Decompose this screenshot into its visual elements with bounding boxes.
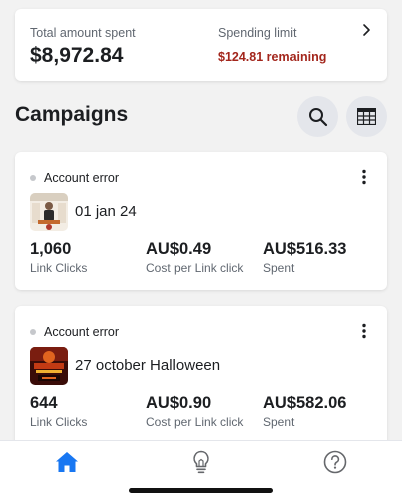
metric-label: Cost per Link click (146, 261, 244, 275)
more-options-icon[interactable] (361, 169, 367, 185)
campaign-status: Account error (30, 325, 119, 339)
metric-value: AU$0.49 (146, 240, 212, 258)
metric-cost-per-click: AU$0.90 Cost per Link click (146, 394, 243, 429)
spending-limit-value: $124.81 remaining (218, 50, 327, 64)
nav-help-button[interactable] (322, 449, 348, 475)
spending-limit-label: Spending limit (218, 26, 297, 40)
bottom-navigation (0, 440, 402, 500)
campaign-status-label: Account error (44, 325, 120, 339)
nav-tips-button[interactable] (188, 449, 214, 475)
metric-link-clicks: 1,060 Link Clicks (30, 240, 87, 275)
total-spent-label: Total amount spent (30, 26, 136, 40)
status-dot-icon (30, 175, 36, 181)
metric-label: Spent (263, 415, 295, 429)
metric-label: Link Clicks (30, 415, 88, 429)
metric-value: AU$516.33 (263, 240, 347, 258)
campaign-name: 01 jan 24 (75, 203, 137, 220)
campaign-name: 27 october Halloween (75, 357, 221, 374)
lightbulb-icon (193, 450, 209, 474)
nav-home-button[interactable] (54, 449, 80, 475)
campaigns-title: Campaigns (15, 103, 129, 126)
chevron-right-icon[interactable] (361, 23, 371, 37)
status-dot-icon (30, 329, 36, 335)
table-view-button[interactable] (346, 96, 387, 137)
table-icon (357, 108, 376, 125)
campaign-thumbnail (30, 347, 68, 385)
more-options-icon[interactable] (361, 323, 367, 339)
campaign-thumbnail (30, 193, 68, 231)
home-icon (56, 452, 78, 472)
campaign-status: Account error (30, 171, 119, 185)
metric-label: Link Clicks (30, 261, 88, 275)
campaign-card[interactable]: Account error 27 october Halloween 644 L… (15, 306, 387, 456)
metric-label: Cost per Link click (146, 415, 244, 429)
metric-link-clicks: 644 Link Clicks (30, 394, 87, 429)
metric-spent: AU$516.33 Spent (263, 240, 346, 275)
search-icon (308, 107, 327, 126)
search-button[interactable] (297, 96, 338, 137)
metric-value: 644 (30, 394, 58, 412)
metric-value: AU$582.06 (263, 394, 347, 412)
metric-label: Spent (263, 261, 295, 275)
spending-summary-card[interactable]: Total amount spent $8,972.84 Spending li… (15, 9, 387, 81)
metric-cost-per-click: AU$0.49 Cost per Link click (146, 240, 243, 275)
metric-value: 1,060 (30, 240, 72, 258)
metric-value: AU$0.90 (146, 394, 212, 412)
help-icon (323, 450, 347, 474)
metric-spent: AU$582.06 Spent (263, 394, 346, 429)
total-spent-value: $8,972.84 (30, 44, 124, 67)
campaign-status-label: Account error (44, 171, 120, 185)
home-indicator (129, 488, 273, 493)
campaign-card[interactable]: Account error 01 jan 24 1,060 Link Click… (15, 152, 387, 290)
